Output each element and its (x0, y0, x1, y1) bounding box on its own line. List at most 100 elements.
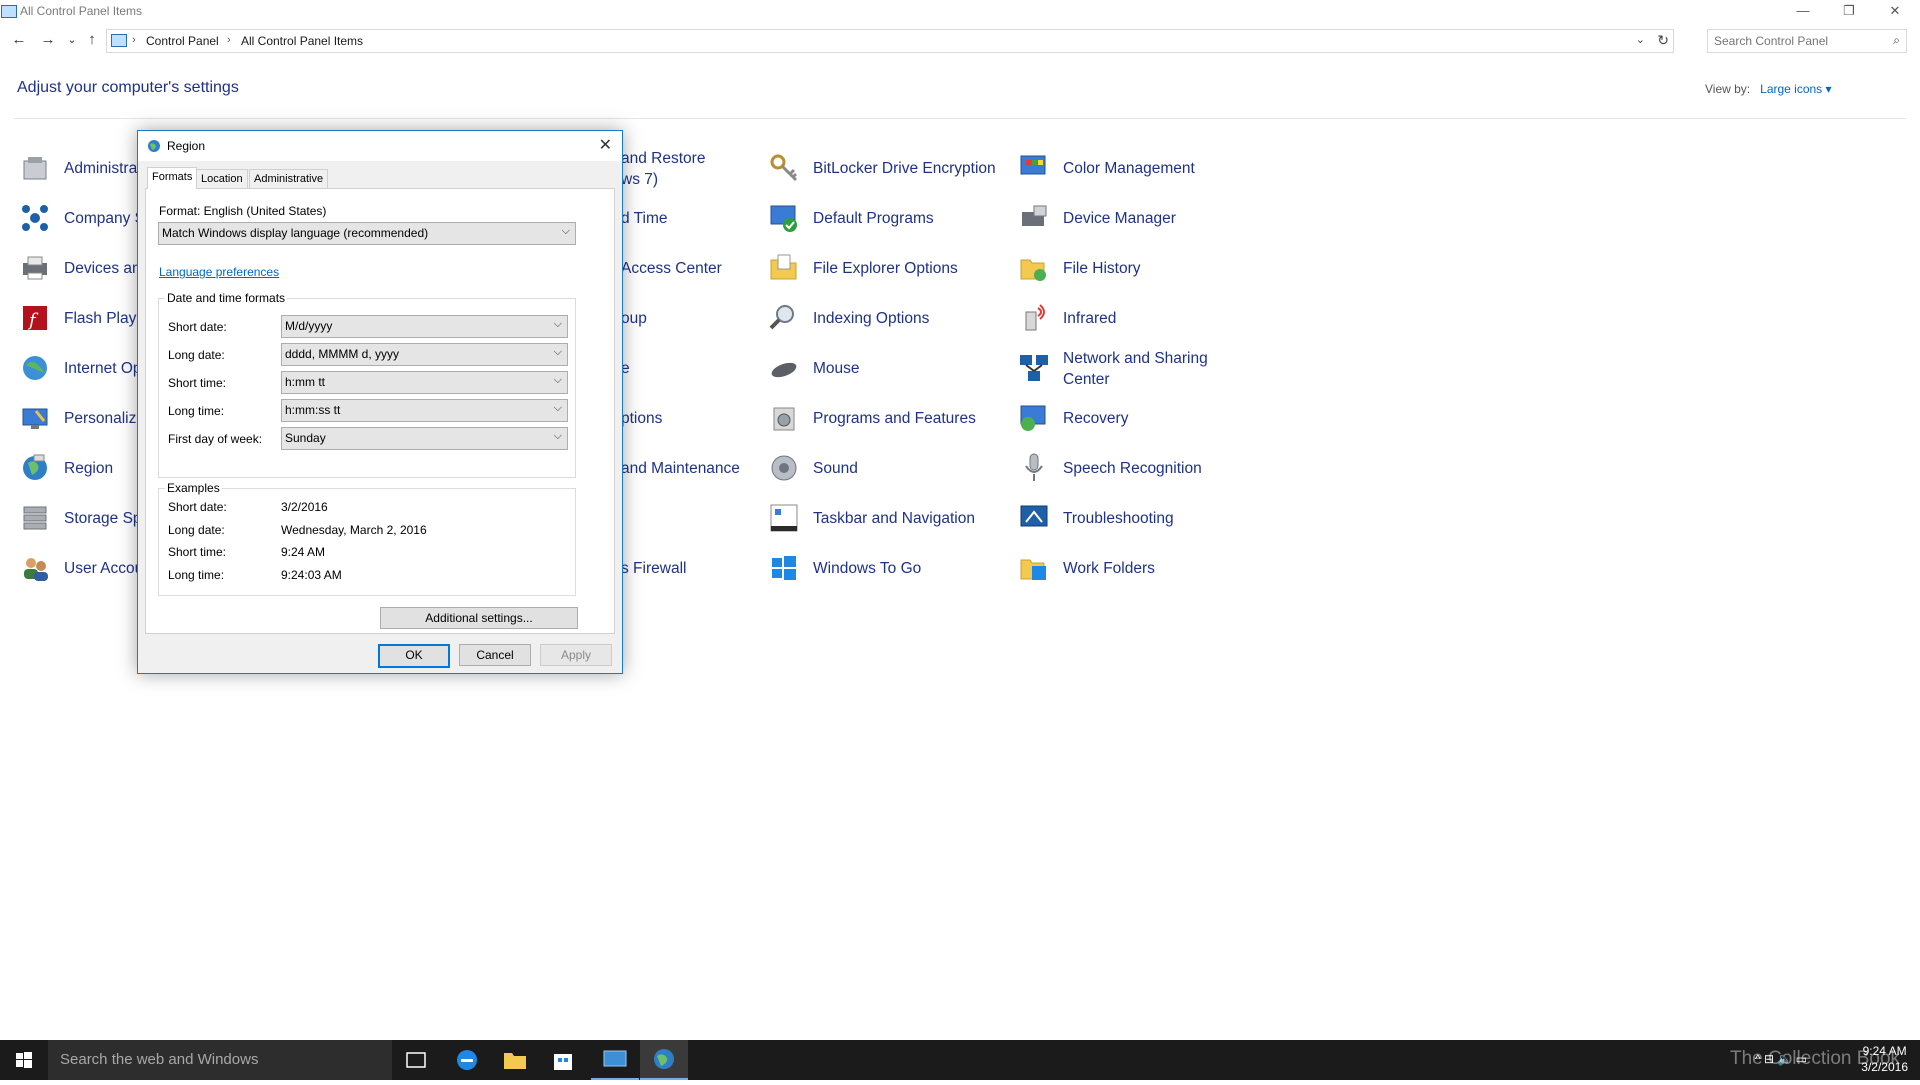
cp-item-mouse[interactable]: Mouse (767, 348, 860, 388)
cp-item-label: Region (64, 459, 114, 477)
cp-item-backup-and-restore[interactable]: and Restore ws 7) (621, 148, 705, 190)
minimize-button[interactable]: — (1780, 0, 1826, 22)
cp-item-internet-options[interactable]: Internet Op (18, 348, 142, 388)
cp-item-label: d Time (621, 209, 668, 227)
cp-item-work-folders[interactable]: Work Folders (1017, 548, 1155, 588)
control-panel-taskbar-icon[interactable] (591, 1040, 639, 1080)
system-tray[interactable]: ^ ⊟ 🔈 ▭ (1755, 1052, 1807, 1066)
cp-item-label: Indexing Options (813, 309, 930, 327)
refresh-icon[interactable]: ↻ (1657, 32, 1669, 49)
divider (14, 118, 1906, 119)
cp-item-taskbar-and-navigation[interactable]: Taskbar and Navigation (767, 498, 975, 538)
cp-item-recovery[interactable]: Recovery (1017, 398, 1128, 438)
up-arrow-icon[interactable]: ↑ (83, 31, 101, 49)
cp-item-bitlocker[interactable]: BitLocker Drive Encryption (767, 148, 996, 188)
cp-item-speech-recognition[interactable]: Speech Recognition (1017, 448, 1202, 488)
tab-administrative[interactable]: Administrative (249, 169, 329, 188)
cp-item-homegroup[interactable]: oup (621, 298, 647, 338)
cp-item-label: Taskbar and Navigation (813, 509, 975, 527)
network-icon (1017, 352, 1051, 386)
cp-item-user-accounts[interactable]: User Accou (18, 548, 143, 588)
cp-item-network-and-sharing-center[interactable]: Network and Sharing Center (1017, 348, 1208, 390)
navigation-bar: ← → ⌄ ↑ › Control Panel › All Control Pa… (0, 26, 1920, 54)
back-arrow-icon[interactable]: ← (10, 31, 28, 49)
close-button[interactable]: ✕ (1872, 0, 1918, 22)
long-time-label: Long time: (168, 404, 225, 418)
tab-formats[interactable]: Formats (147, 167, 198, 189)
storage-spaces-icon (18, 501, 52, 535)
cp-item-programs-and-features[interactable]: Programs and Features (767, 398, 976, 438)
language-preferences-link[interactable]: Language preferences (159, 265, 279, 279)
cp-item-ease-of-access-center[interactable]: Access Center (621, 248, 722, 288)
cp-item-storage-spaces[interactable]: Storage Sp (18, 498, 142, 538)
search-box[interactable]: ⌕ (1707, 29, 1907, 53)
page-heading: Adjust your computer's settings (17, 79, 239, 96)
task-view-icon[interactable] (392, 1040, 440, 1080)
cp-item-company-portal[interactable]: Company S (18, 198, 145, 238)
cp-item-default-programs[interactable]: Default Programs (767, 198, 934, 238)
recovery-icon (1017, 401, 1051, 435)
file-explorer-icon[interactable] (491, 1040, 539, 1080)
region-taskbar-icon[interactable] (640, 1040, 688, 1080)
format-select[interactable]: Match Windows display language (recommen… (158, 222, 576, 245)
cp-item-infrared[interactable]: Infrared (1017, 298, 1116, 338)
examples-heading: Examples (165, 481, 222, 495)
first-day-of-week-select[interactable]: Sunday ⌵ (281, 427, 568, 450)
infrared-icon (1017, 301, 1051, 335)
cp-item-label: Recovery (1063, 409, 1129, 427)
view-by-dropdown[interactable]: Large icons ▾ (1760, 82, 1831, 96)
cp-item-indexing-options[interactable]: Indexing Options (767, 298, 929, 338)
forward-arrow-icon[interactable]: → (39, 31, 57, 49)
short-date-select[interactable]: M/d/yyyy ⌵ (281, 315, 568, 338)
cp-item-label: and Restore ws 7) (621, 150, 706, 188)
breadcrumb-separator: › (132, 34, 136, 46)
breadcrumb-all-items[interactable]: All Control Panel Items (241, 34, 363, 48)
cp-item-label: File Explorer Options (813, 259, 958, 277)
cancel-button[interactable]: Cancel (459, 644, 531, 666)
cp-item-label: Internet Op (64, 359, 142, 377)
cp-item-device-manager[interactable]: Device Manager (1017, 198, 1176, 238)
ok-button[interactable]: OK (378, 644, 450, 668)
example-short-time-label: Short time: (168, 545, 227, 559)
chevron-down-icon: ⌵ (553, 374, 562, 386)
search-input[interactable] (1712, 32, 1876, 50)
cp-item-file-history[interactable]: File History (1017, 248, 1141, 288)
tab-location[interactable]: Location (196, 169, 248, 188)
cp-item-personalization[interactable]: Personaliza (18, 398, 145, 438)
dialog-close-icon[interactable]: ✕ (599, 135, 612, 155)
cp-item-label: Company S (64, 209, 145, 227)
long-time-select[interactable]: h:mm:ss tt ⌵ (281, 399, 568, 422)
cp-item-security-and-maintenance[interactable]: and Maintenance (621, 448, 740, 488)
cp-item-color-management[interactable]: Color Management (1017, 148, 1195, 188)
apply-button[interactable]: Apply (540, 644, 612, 666)
cp-item-windows-firewall[interactable]: s Firewall (621, 548, 686, 588)
recent-locations-icon[interactable]: ⌄ (63, 31, 81, 49)
short-time-select[interactable]: h:mm tt ⌵ (281, 371, 568, 394)
edge-icon[interactable] (443, 1040, 491, 1080)
cp-item-date-and-time[interactable]: d Time (621, 198, 668, 238)
cp-item-label: Flash Playe (64, 309, 145, 327)
breadcrumb-control-panel[interactable]: Control Panel (146, 34, 219, 48)
address-bar[interactable]: › Control Panel › All Control Panel Item… (106, 29, 1674, 53)
date-time-formats-group: Date and time formats Short date: M/d/yy… (158, 291, 576, 478)
cp-item-sound[interactable]: Sound (767, 448, 858, 488)
cp-item-troubleshooting[interactable]: Troubleshooting (1017, 498, 1174, 538)
cp-item-windows-to-go[interactable]: Windows To Go (767, 548, 921, 588)
restore-button[interactable]: ❐ (1826, 0, 1872, 22)
additional-settings-button[interactable]: Additional settings... (380, 607, 578, 629)
cp-item-flash-player[interactable]: f Flash Playe (18, 298, 145, 338)
long-date-select[interactable]: dddd, MMMM d, yyyy ⌵ (281, 343, 568, 366)
store-icon[interactable] (539, 1040, 587, 1080)
taskbar-search-box[interactable]: Search the web and Windows (48, 1040, 392, 1080)
cp-item-power-options[interactable]: ptions (621, 398, 662, 438)
start-button[interactable] (0, 1040, 48, 1080)
cp-item-file-explorer-options[interactable]: File Explorer Options (767, 248, 958, 288)
cp-item-administrative-tools[interactable]: Administra (18, 148, 137, 188)
taskbar-clock[interactable]: 9:24 AM 3/2/2016 (1861, 1043, 1908, 1075)
cp-item-region[interactable]: Region (18, 448, 113, 488)
address-dropdown-icon[interactable]: ⌄ (1636, 33, 1645, 46)
search-icon[interactable]: ⌕ (1893, 33, 1900, 48)
windows-logo-icon (16, 1052, 32, 1068)
cp-item-label: BitLocker Drive Encryption (813, 159, 996, 177)
cp-item-devices-and-printers[interactable]: Devices an (18, 248, 141, 288)
